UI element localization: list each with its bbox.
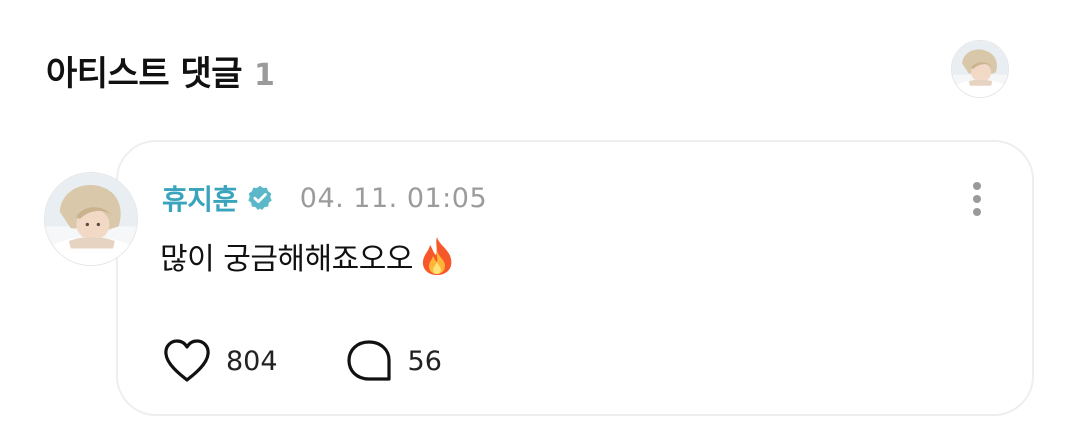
more-dot bbox=[973, 208, 981, 216]
verified-badge-icon bbox=[248, 185, 272, 211]
comment-meta: 휴지훈 04. 11. 01:05 bbox=[162, 178, 487, 218]
user-avatar-icon bbox=[952, 41, 1008, 97]
like-button[interactable]: 804 bbox=[162, 338, 278, 384]
comment-body: 많이 궁금해해죠오오 bbox=[160, 234, 457, 278]
fire-emoji-icon bbox=[422, 237, 452, 275]
comment-card: 휴지훈 04. 11. 01:05 많이 궁금해해죠오오 804 56 bbox=[116, 140, 1034, 416]
comment-timestamp: 04. 11. 01:05 bbox=[299, 182, 488, 214]
section-title: 아티스트 댓글 bbox=[46, 54, 243, 94]
reply-button[interactable]: 56 bbox=[344, 338, 442, 384]
more-dot bbox=[973, 195, 981, 203]
more-options-icon[interactable] bbox=[970, 182, 984, 216]
header-avatar[interactable] bbox=[951, 40, 1009, 98]
comment-count: 1 bbox=[254, 58, 275, 93]
speech-bubble-icon bbox=[346, 340, 391, 381]
comment-author-avatar[interactable] bbox=[44, 172, 138, 266]
artist-avatar-icon bbox=[45, 173, 137, 265]
more-dot bbox=[973, 182, 981, 190]
comment-actions: 804 56 bbox=[162, 338, 442, 384]
author-name[interactable]: 휴지훈 bbox=[162, 178, 238, 218]
heart-icon bbox=[164, 339, 210, 382]
comment-text: 많이 궁금해해죠오오 bbox=[160, 242, 413, 277]
section-header: 아티스트 댓글 1 bbox=[46, 46, 275, 95]
reply-count: 56 bbox=[407, 345, 442, 377]
like-count: 804 bbox=[226, 345, 278, 377]
artist-comments-page: 아티스트 댓글 1 휴지훈 04. 11. 01:05 많이 궁금해해죠오오 8… bbox=[0, 0, 1080, 429]
